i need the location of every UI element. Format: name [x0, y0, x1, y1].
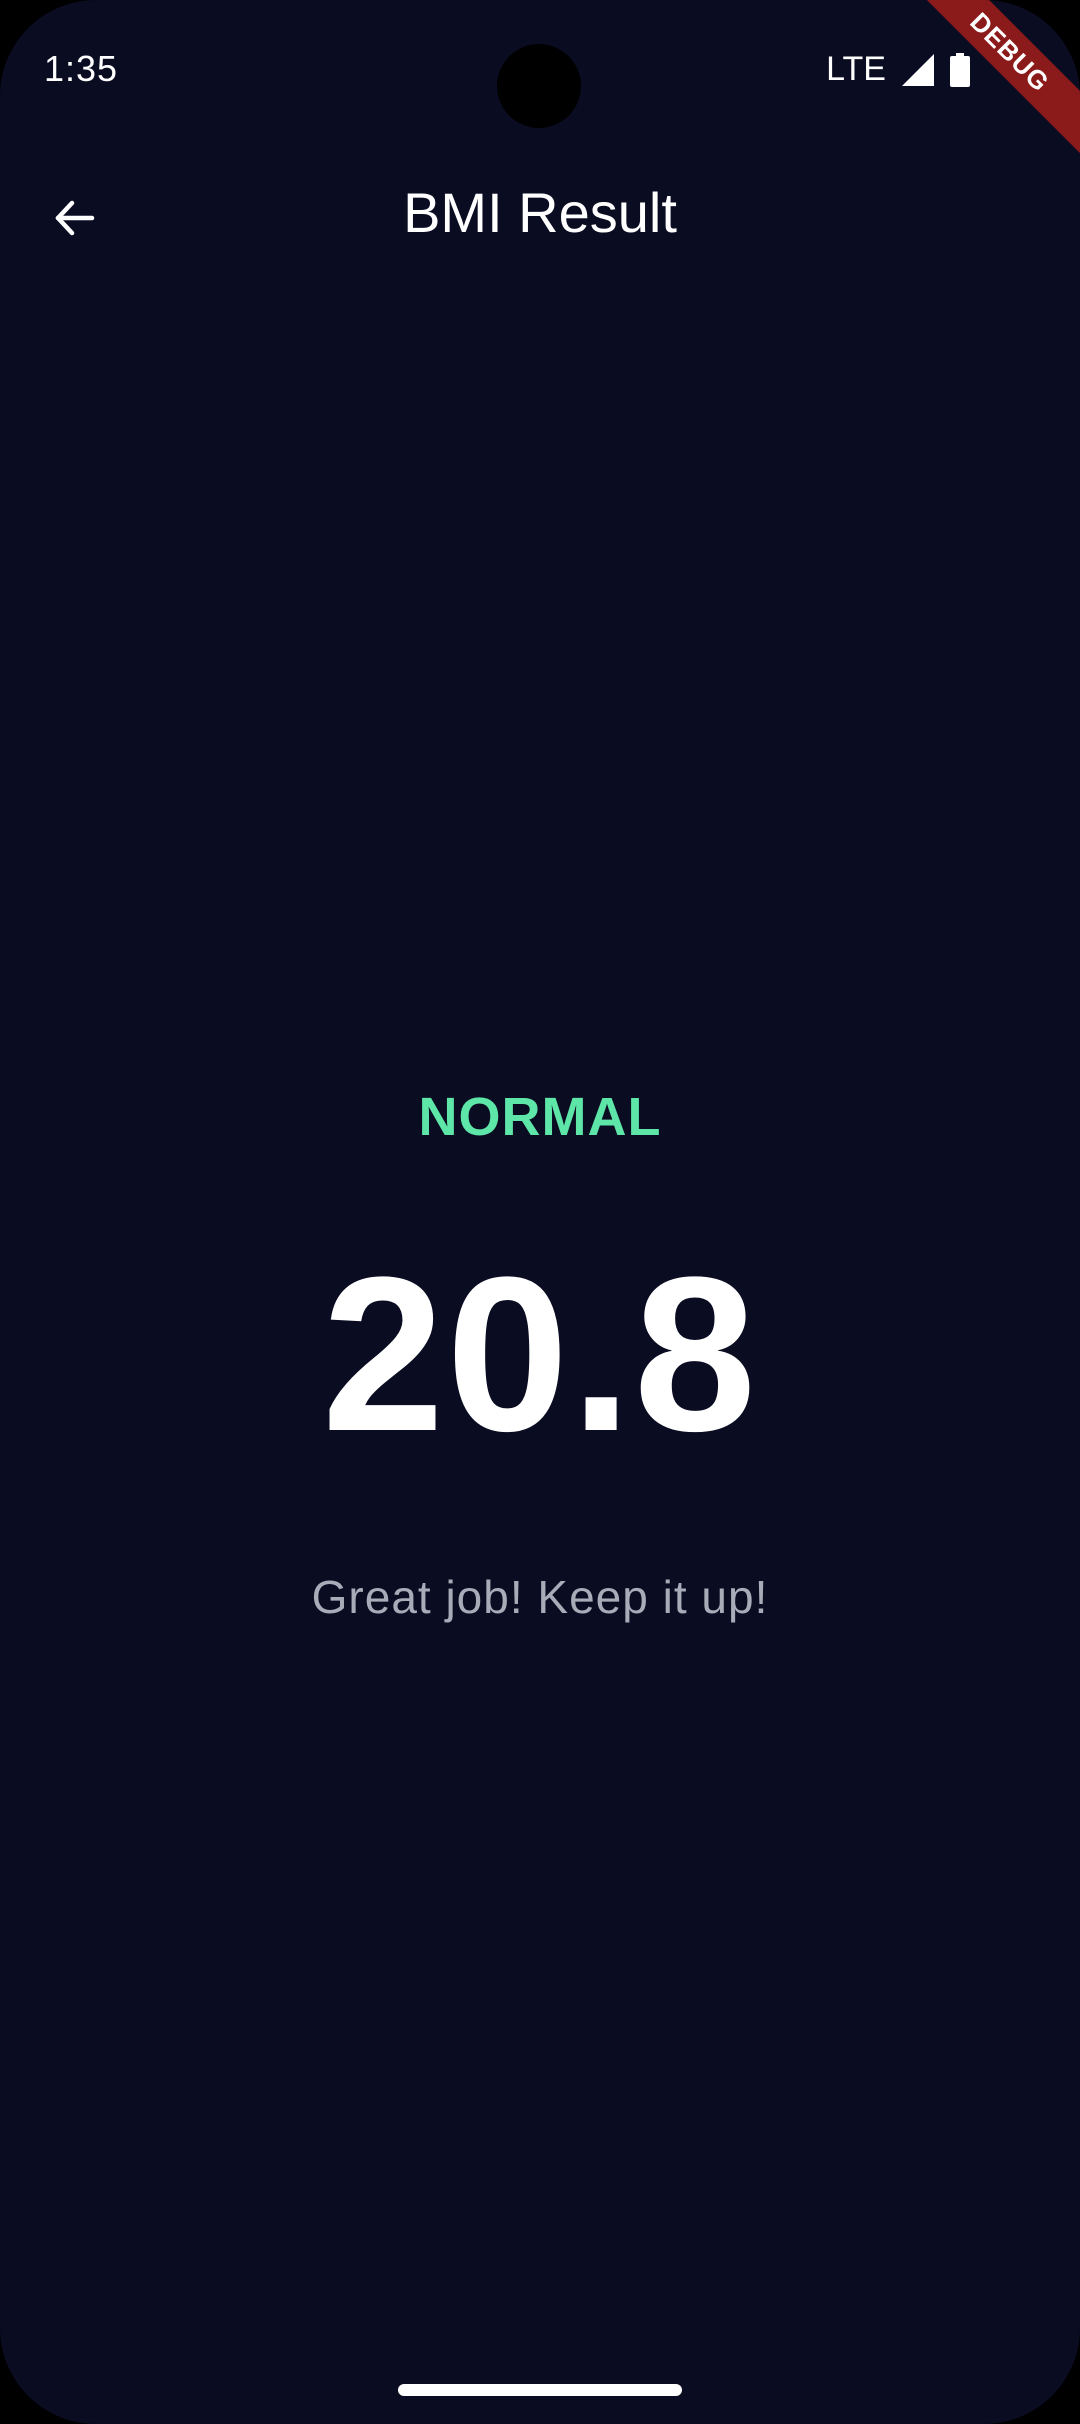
- bmi-value: 20.8: [321, 1231, 759, 1477]
- status-bar: 1:35 LTE: [0, 0, 1080, 140]
- debug-banner: DEBUG: [920, 0, 1080, 160]
- home-indicator[interactable]: [398, 2384, 682, 2396]
- debug-label: DEBUG: [920, 0, 1080, 160]
- app-bar: BMI Result: [0, 150, 1080, 280]
- bmi-status-label: NORMAL: [418, 1087, 662, 1147]
- status-time: 1:35: [44, 48, 119, 89]
- bmi-message: Great job! Keep it up!: [311, 1571, 769, 1623]
- network-type: LTE: [826, 50, 886, 88]
- screen: 1:35 LTE DEBUG BMI Result NORMAL 20.8 Gr…: [0, 0, 1080, 2424]
- page-title: BMI Result: [403, 181, 677, 244]
- camera-cutout: [497, 44, 581, 128]
